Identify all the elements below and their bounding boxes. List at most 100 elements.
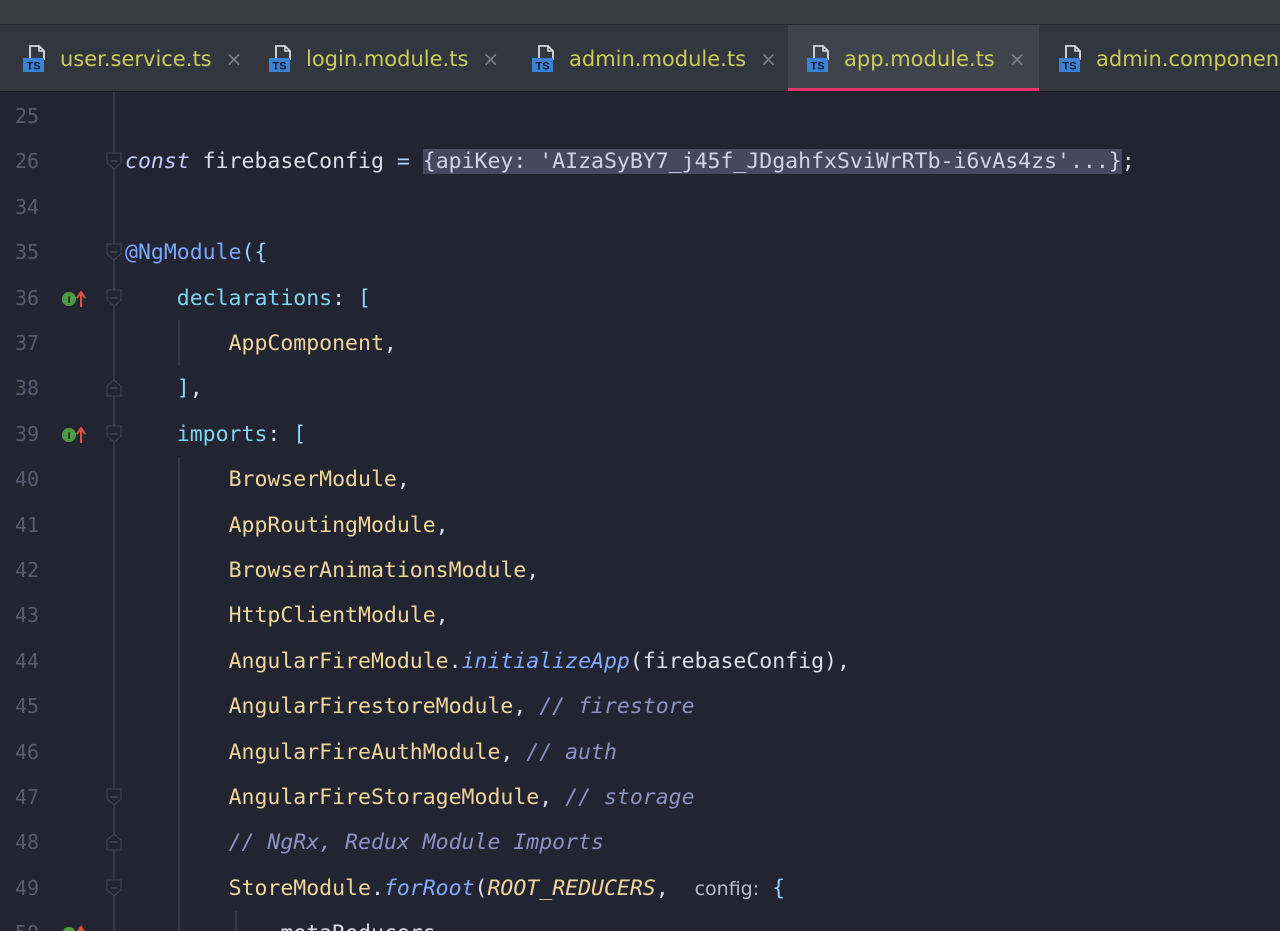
svg-text:TS: TS: [26, 60, 40, 72]
tab-admin-component[interactable]: TS admin.componen: [1036, 25, 1280, 91]
code-token: // auth: [526, 739, 617, 765]
code-line[interactable]: AngularFireModule.initializeApp(firebase…: [125, 639, 850, 684]
code-line[interactable]: declarations: [: [125, 276, 371, 321]
tab-user-service[interactable]: TS user.service.ts ×: [0, 25, 250, 91]
tab-app-module[interactable]: TS app.module.ts ×: [788, 25, 1039, 91]
code-token: ]: [176, 376, 190, 402]
fold-collapse-icon[interactable]: [106, 288, 122, 307]
fold-collapse-icon[interactable]: [106, 152, 122, 171]
typescript-file-icon: TS: [531, 44, 561, 73]
fold-collapse-icon[interactable]: [106, 788, 122, 806]
code-token: BrowserModule: [228, 467, 397, 493]
tab-label: user.service.ts: [60, 46, 212, 71]
implements-icon[interactable]: I: [61, 925, 85, 931]
line-gutter[interactable]: 38: [0, 366, 100, 411]
line-gutter[interactable]: 46: [0, 730, 100, 775]
typescript-file-icon: TS: [268, 44, 298, 73]
code-line[interactable]: imports: [: [125, 412, 306, 457]
line-gutter[interactable]: 45: [0, 684, 100, 729]
code-line[interactable]: // NgRx, Redux Module Imports: [125, 820, 604, 865]
fold-collapse-icon[interactable]: [106, 243, 122, 262]
implements-icon[interactable]: I: [61, 425, 86, 443]
code-line[interactable]: AngularFirestoreModule, // firestore: [125, 684, 695, 729]
close-icon[interactable]: ×: [1009, 47, 1026, 71]
tab-admin-module[interactable]: TS admin.module.ts ×: [509, 25, 787, 91]
svg-text:TS: TS: [535, 60, 549, 72]
line-gutter[interactable]: 49: [0, 866, 100, 911]
line-number: 26: [15, 149, 40, 174]
code-token: (firebaseConfig),: [629, 648, 850, 674]
code-token: initializeApp: [461, 648, 630, 674]
line-gutter[interactable]: 48: [0, 820, 100, 865]
line-gutter[interactable]: 40: [0, 457, 100, 502]
tab-label: app.module.ts: [844, 46, 995, 71]
code-line[interactable]: AngularFireStorageModule, // storage: [125, 775, 695, 820]
close-icon[interactable]: ×: [226, 47, 243, 71]
code-token: ,: [500, 739, 527, 765]
code-token: config:: [694, 877, 760, 900]
code-line[interactable]: BrowserAnimationsModule,: [125, 548, 540, 593]
code-token: AppRoutingModule: [228, 512, 436, 538]
code-line[interactable]: @NgModule({: [125, 230, 267, 275]
fold-end-icon[interactable]: [106, 379, 122, 398]
typescript-file-icon: TS: [22, 44, 52, 73]
code-token: ROOT_REDUCERS: [487, 875, 656, 901]
typescript-file-icon: TS: [1058, 44, 1088, 73]
fold-end-icon[interactable]: [106, 833, 122, 852]
line-gutter[interactable]: 35: [0, 230, 100, 275]
code-line[interactable]: BrowserModule,: [125, 457, 410, 502]
fold-collapse-icon[interactable]: [106, 879, 122, 897]
code-token: ,: [655, 875, 695, 901]
svg-text:TS: TS: [1062, 60, 1076, 72]
line-gutter[interactable]: 26: [0, 139, 100, 184]
code-token: ,: [539, 785, 566, 810]
code-token: {: [772, 875, 786, 901]
code-token: ;: [1121, 149, 1135, 175]
code-token: ,: [526, 558, 540, 583]
line-gutter[interactable]: 37: [0, 321, 100, 366]
line-gutter[interactable]: 34: [0, 185, 100, 230]
code-line[interactable]: StoreModule.forRoot(ROOT_REDUCERS, confi…: [125, 866, 785, 911]
code-token: ,: [513, 694, 540, 720]
code-token: // firestore: [539, 694, 695, 720]
line-number: 25: [15, 104, 40, 128]
line-gutter[interactable]: 41: [0, 503, 100, 548]
code-line[interactable]: AngularFireAuthModule, // auth: [125, 730, 617, 775]
tab-login-module[interactable]: TS login.module.ts ×: [246, 25, 510, 91]
svg-text:TS: TS: [810, 60, 824, 72]
line-number: 36: [15, 285, 40, 310]
implements-icon[interactable]: I: [61, 289, 86, 307]
code-token: :: [332, 285, 359, 311]
tab-label: admin.module.ts: [569, 46, 747, 71]
code-token: .: [448, 648, 462, 674]
code-line[interactable]: AppRoutingModule,: [125, 503, 449, 548]
line-gutter[interactable]: 43: [0, 593, 100, 638]
line-number: 41: [15, 512, 40, 537]
svg-text:TS: TS: [272, 60, 286, 72]
line-gutter[interactable]: 25: [0, 94, 100, 139]
code-token: HttpClientModule: [228, 603, 436, 629]
line-number: 40: [15, 467, 40, 492]
code-line[interactable]: ],: [125, 366, 203, 411]
code-line[interactable]: metaReducers: [125, 911, 435, 931]
code-token: metaReducers: [280, 921, 435, 931]
line-gutter[interactable]: 44: [0, 639, 100, 684]
code-editor[interactable]: 25 26 const firebaseConfig = {apiKey: 'AIz…: [0, 92, 1280, 931]
line-gutter[interactable]: 42: [0, 548, 100, 593]
close-icon[interactable]: ×: [482, 47, 499, 71]
close-icon[interactable]: ×: [760, 47, 777, 71]
code-token: imports: [176, 421, 268, 447]
code-line[interactable]: const firebaseConfig = {apiKey: 'AIzaSyB…: [125, 139, 1135, 184]
fold-collapse-icon[interactable]: [106, 425, 122, 443]
code-token: @NgModule: [125, 240, 242, 266]
line-gutter[interactable]: 47: [0, 775, 100, 820]
code-line[interactable]: HttpClientModule,: [125, 593, 449, 638]
code-line[interactable]: AppComponent,: [125, 321, 397, 366]
